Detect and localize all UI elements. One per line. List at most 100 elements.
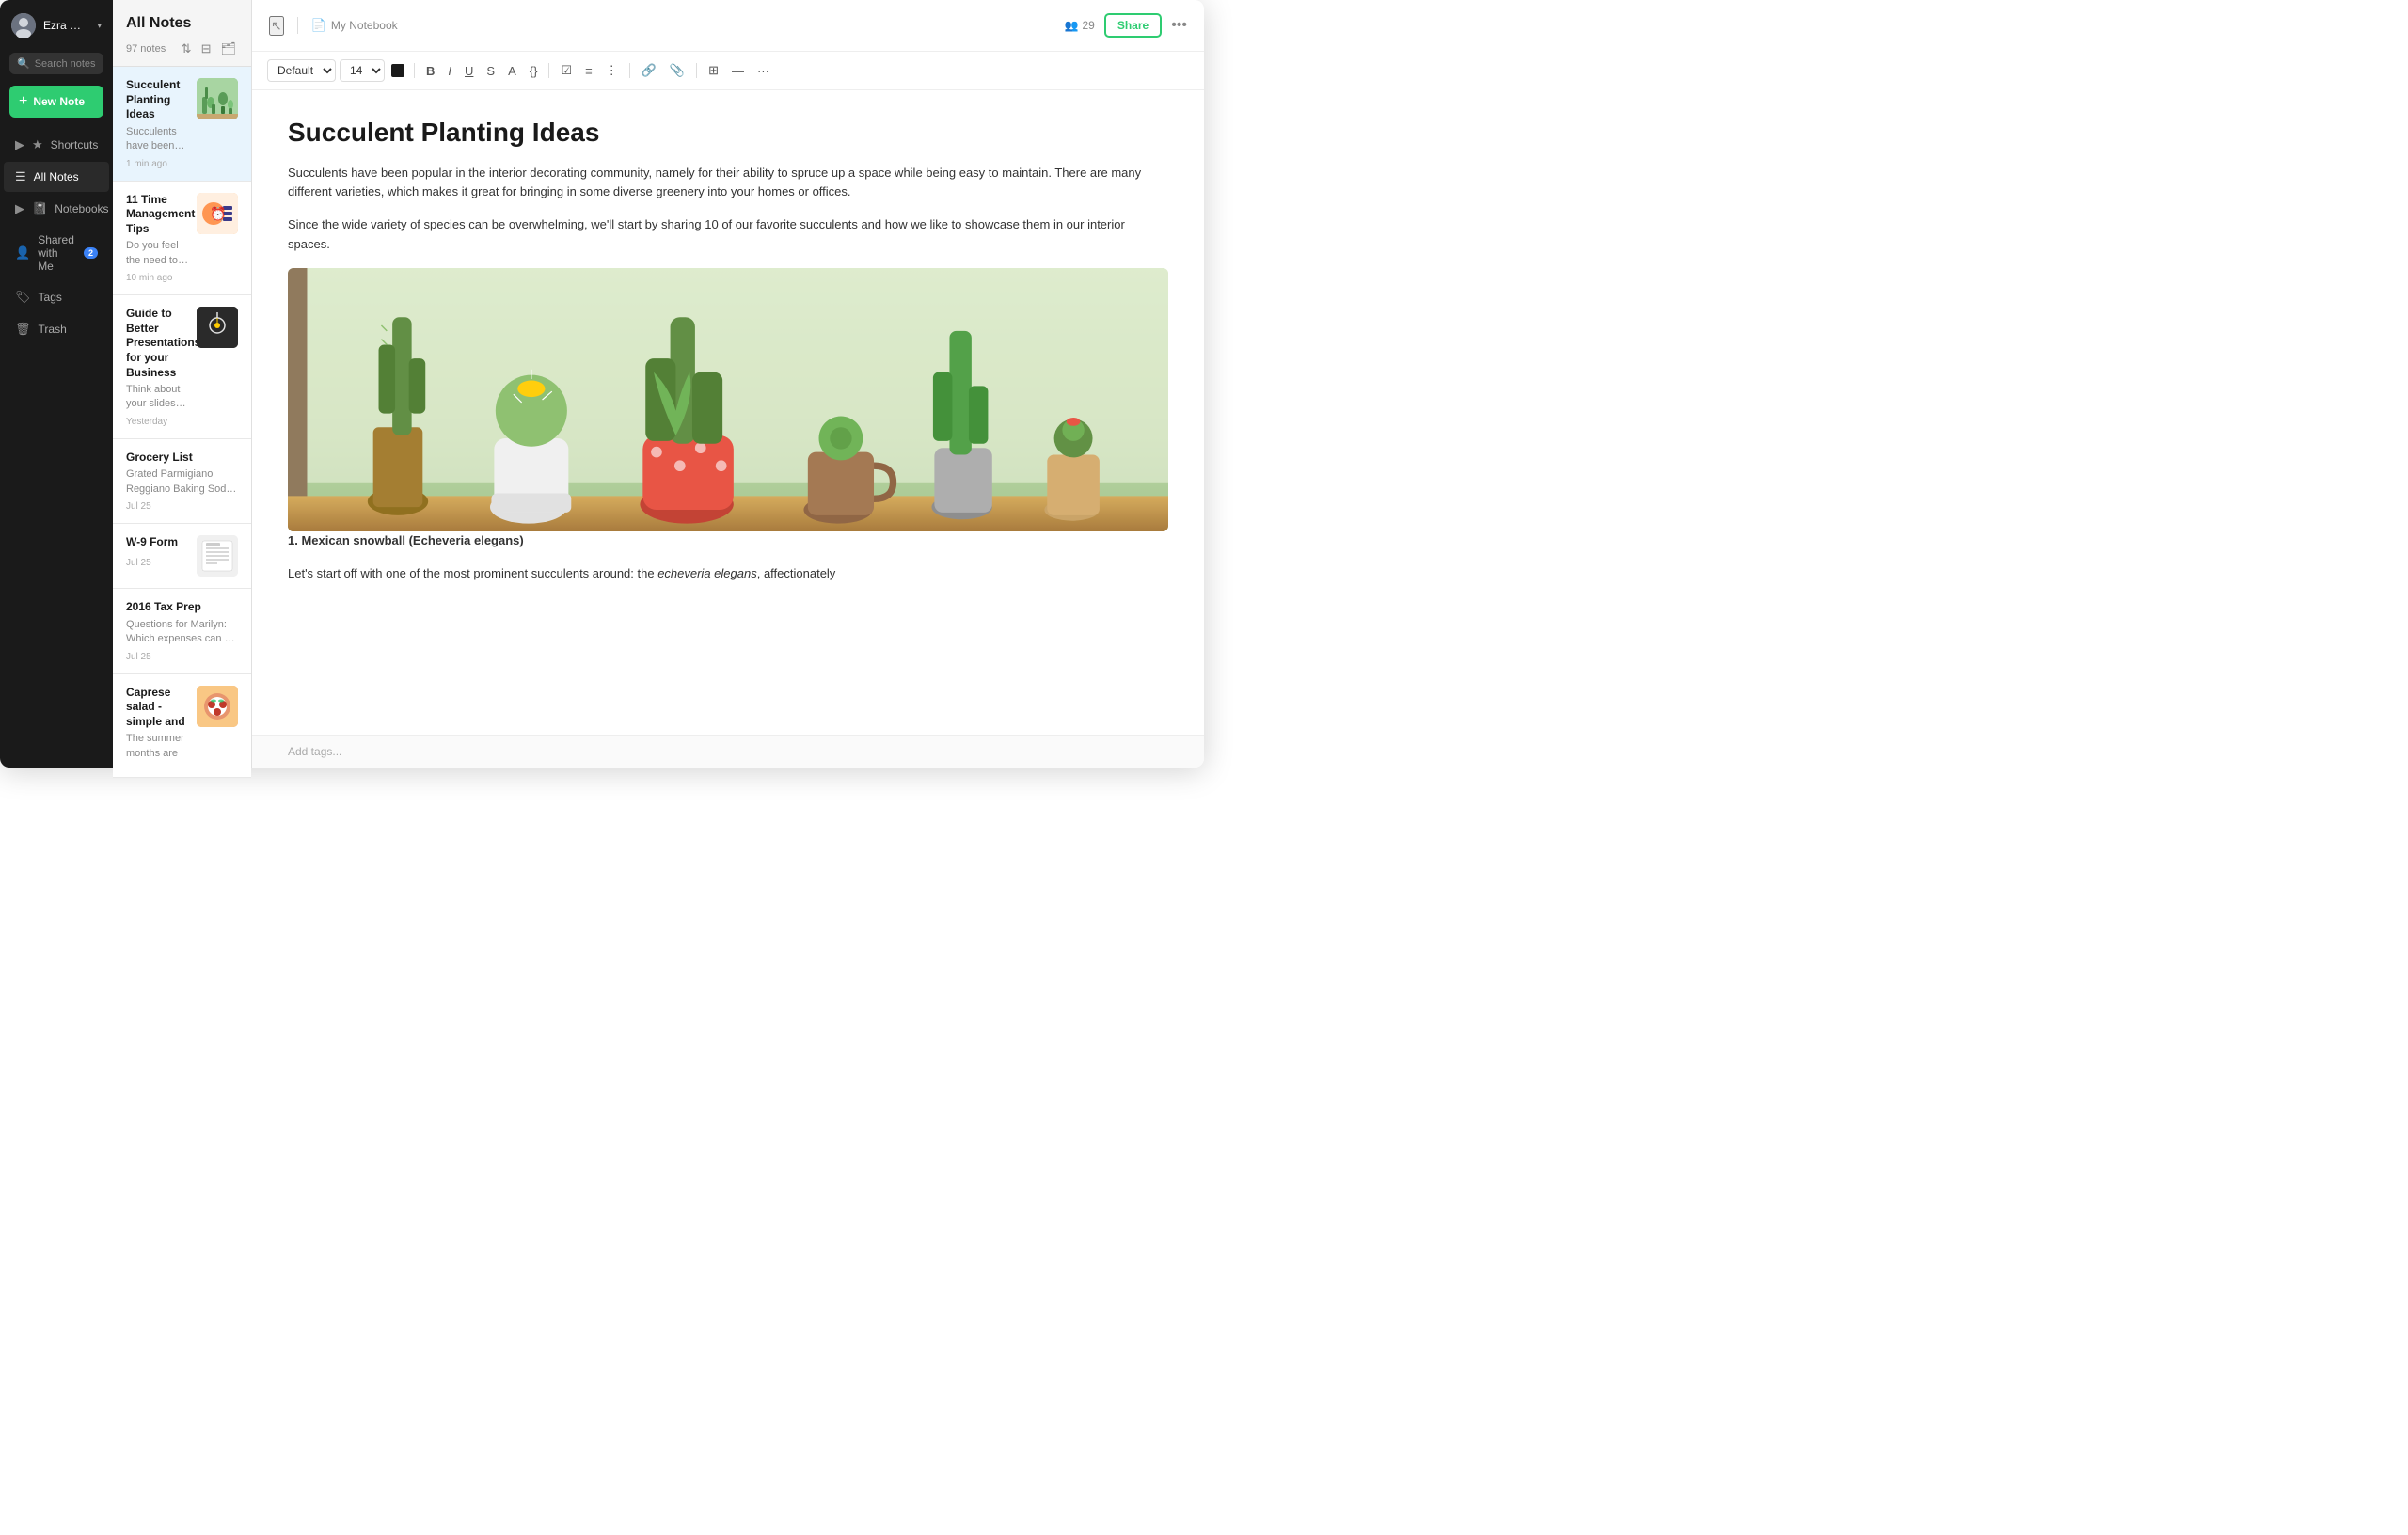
note-card-w9[interactable]: W-9 Form Jul 25 bbox=[113, 524, 251, 589]
sidebar-item-notebooks[interactable]: ▶ 📓 Notebooks bbox=[4, 194, 109, 224]
color-picker[interactable] bbox=[391, 64, 404, 77]
editor-para-2: Since the wide variety of species can be… bbox=[288, 215, 1168, 255]
search-input[interactable] bbox=[35, 58, 96, 70]
shortcuts-arrow-icon: ▶ bbox=[15, 137, 24, 152]
note-preview: Do you feel the need to be more organize… bbox=[126, 239, 189, 268]
section-italic: echeveria elegans bbox=[657, 566, 757, 580]
section-text-1: Let's start off with one of the most pro… bbox=[288, 566, 657, 580]
note-content-w9: W-9 Form Jul 25 bbox=[126, 535, 189, 577]
code-button[interactable]: {} bbox=[525, 60, 543, 82]
note-content-tax: 2016 Tax Prep Questions for Marilyn: Whi… bbox=[126, 600, 238, 661]
section-bold: 1. Mexican snowball (Echeveria elegans) bbox=[288, 533, 524, 547]
sidebar-item-trash[interactable]: 🗑 Trash bbox=[4, 314, 109, 344]
sidebar-header: Ezra Bridger ▾ bbox=[0, 0, 113, 47]
sidebar-item-shared[interactable]: 👤 Shared with Me 2 bbox=[4, 226, 109, 280]
checkbox-button[interactable]: ☑ bbox=[556, 59, 577, 82]
notes-count: 97 notes bbox=[126, 43, 166, 55]
topbar-divider bbox=[297, 17, 298, 34]
new-note-label: New Note bbox=[33, 95, 85, 108]
table-button[interactable]: ⊞ bbox=[704, 59, 723, 82]
trash-icon: 🗑 bbox=[15, 322, 31, 337]
note-card-time-mgmt[interactable]: 11 Time Management Tips Do you feel the … bbox=[113, 182, 251, 296]
note-card-succulent[interactable]: Succulent Planting Ideas Succulents have… bbox=[113, 67, 251, 182]
tags-icon: 🏷 bbox=[15, 290, 31, 305]
share-button[interactable]: Share bbox=[1104, 13, 1162, 38]
note-title: Succulent Planting Ideas bbox=[126, 78, 189, 122]
sort-button[interactable]: ⇅ bbox=[180, 40, 194, 58]
note-card-tax[interactable]: 2016 Tax Prep Questions for Marilyn: Whi… bbox=[113, 589, 251, 673]
note-preview: Think about your slides when... bbox=[126, 383, 189, 412]
notes-actions: ⇅ ⊟ 🗂 bbox=[180, 40, 238, 58]
avatar bbox=[11, 13, 36, 38]
note-thumb-food bbox=[197, 686, 238, 727]
share-count: 👥 29 bbox=[1065, 19, 1095, 32]
divider-button[interactable]: — bbox=[727, 60, 749, 82]
search-bar[interactable]: 🔍 bbox=[9, 53, 103, 74]
note-title: 2016 Tax Prep bbox=[126, 600, 238, 615]
shared-icon: 👤 bbox=[15, 245, 30, 261]
note-time: Yesterday bbox=[126, 417, 189, 427]
strikethrough-button[interactable]: S bbox=[482, 60, 499, 82]
shared-label: Shared with Me bbox=[38, 233, 76, 273]
note-time: 1 min ago bbox=[126, 159, 189, 169]
notebook-icon: 📓 bbox=[32, 201, 47, 216]
link-button[interactable]: 🔗 bbox=[637, 59, 661, 82]
toolbar-separator-4 bbox=[696, 63, 697, 78]
sidebar-item-shortcuts[interactable]: ▶ ★ Shortcuts bbox=[4, 130, 109, 160]
highlight-button[interactable]: A bbox=[503, 60, 521, 82]
note-preview: Questions for Marilyn: Which expenses ca… bbox=[126, 618, 238, 647]
user-chevron-icon: ▾ bbox=[97, 21, 102, 31]
editor-toolbar: Default 14 B I U S A {} ☑ ≡ ⋮ 🔗 📎 ⊞ — ··… bbox=[252, 52, 1204, 90]
note-preview: The summer months are bbox=[126, 732, 189, 761]
note-preview: Succulents have been popular in the inte… bbox=[126, 125, 189, 154]
numbered-list-button[interactable]: ⋮ bbox=[601, 59, 623, 82]
bullet-list-button[interactable]: ≡ bbox=[580, 60, 597, 82]
archive-button[interactable]: 🗂 bbox=[218, 40, 238, 58]
notebook-name: My Notebook bbox=[331, 19, 398, 32]
note-title: Grocery List bbox=[126, 451, 238, 466]
sidebar-item-all-notes[interactable]: ☰ All Notes bbox=[4, 162, 109, 192]
bold-button[interactable]: B bbox=[421, 60, 439, 82]
more-options-button[interactable]: ••• bbox=[1171, 17, 1187, 34]
editor-body[interactable]: Succulent Planting Ideas Succulents have… bbox=[252, 90, 1204, 735]
tags-bar[interactable]: Add tags... bbox=[252, 735, 1204, 768]
view-button[interactable]: ⊟ bbox=[199, 40, 214, 58]
note-content-tips: 11 Time Management Tips Do you feel the … bbox=[126, 193, 189, 284]
section-text-2: , affectionately bbox=[757, 566, 836, 580]
note-time: Jul 25 bbox=[126, 558, 189, 568]
note-title: 11 Time Management Tips bbox=[126, 193, 189, 237]
notebooks-arrow-icon: ▶ bbox=[15, 201, 24, 216]
editor-title: Succulent Planting Ideas bbox=[288, 117, 1168, 149]
more-toolbar-button[interactable]: ··· bbox=[752, 60, 774, 82]
collapse-button[interactable]: ↖ bbox=[269, 16, 284, 36]
editor-para-1: Succulents have been popular in the inte… bbox=[288, 164, 1168, 203]
toolbar-separator-1 bbox=[414, 63, 415, 78]
sidebar-item-tags[interactable]: 🏷 Tags bbox=[4, 282, 109, 312]
notes-header: All Notes 97 notes ⇅ ⊟ 🗂 bbox=[113, 0, 251, 67]
note-time: Jul 25 bbox=[126, 652, 238, 662]
note-card-grocery[interactable]: Grocery List Grated Parmigiano Reggiano … bbox=[113, 439, 251, 524]
people-icon: 👥 bbox=[1065, 19, 1079, 32]
underline-button[interactable]: U bbox=[460, 60, 478, 82]
font-select[interactable]: Default bbox=[267, 59, 336, 82]
note-preview: Grated Parmigiano Reggiano Baking Soda C… bbox=[126, 467, 238, 497]
note-card-presentations[interactable]: Guide to Better Presentations for your B… bbox=[113, 295, 251, 439]
notes-icon: ☰ bbox=[15, 169, 26, 184]
search-icon: 🔍 bbox=[17, 57, 30, 70]
new-note-button[interactable]: + New Note bbox=[9, 86, 103, 118]
share-count-number: 29 bbox=[1082, 19, 1094, 32]
topbar-right: 👥 29 Share ••• bbox=[1065, 13, 1187, 38]
italic-button[interactable]: I bbox=[443, 60, 456, 82]
note-content-pres: Guide to Better Presentations for your B… bbox=[126, 307, 189, 427]
editor-section-text: Let's start off with one of the most pro… bbox=[288, 564, 1168, 584]
sidebar: Ezra Bridger ▾ 🔍 + New Note ▶ ★ Shortcut… bbox=[0, 0, 113, 768]
note-content-grocery: Grocery List Grated Parmigiano Reggiano … bbox=[126, 451, 238, 512]
trash-label: Trash bbox=[39, 323, 67, 336]
note-card-caprese[interactable]: Caprese salad - simple and The summer mo… bbox=[113, 674, 251, 779]
shortcuts-label: Shortcuts bbox=[51, 138, 99, 151]
note-time: 10 min ago bbox=[126, 273, 189, 283]
note-content-succulent: Succulent Planting Ideas Succulents have… bbox=[126, 78, 189, 169]
attachment-button[interactable]: 📎 bbox=[665, 59, 689, 82]
size-select[interactable]: 14 bbox=[340, 59, 385, 82]
tags-placeholder: Add tags... bbox=[288, 745, 341, 758]
